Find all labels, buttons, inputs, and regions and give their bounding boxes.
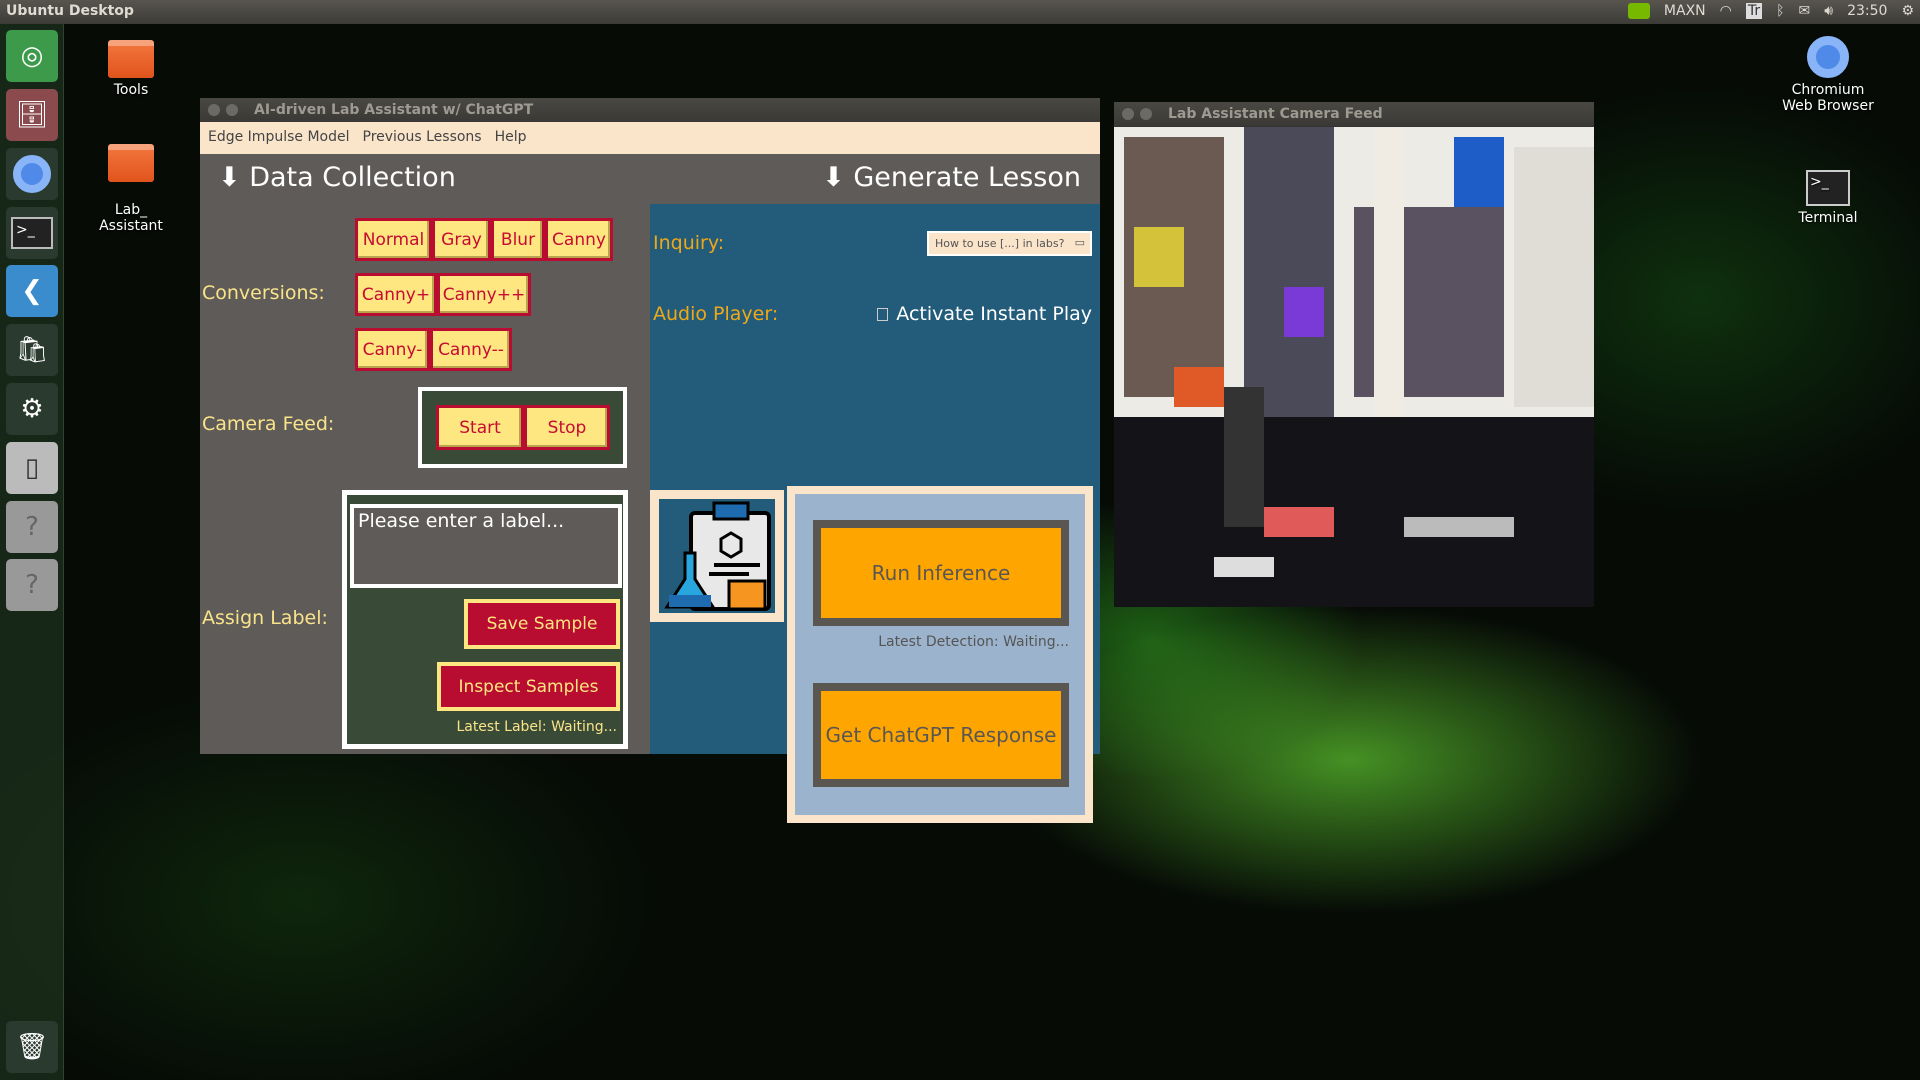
camera-stop-button[interactable]: Stop bbox=[524, 405, 610, 450]
minimize-icon[interactable] bbox=[1140, 108, 1152, 120]
latest-label-status: Latest Label: Waiting... bbox=[456, 719, 617, 735]
vscode-icon[interactable]: ❮ bbox=[6, 265, 58, 317]
clock[interactable]: 23:50 bbox=[1847, 3, 1887, 19]
camera-window-titlebar[interactable]: Lab Assistant Camera Feed bbox=[1114, 102, 1594, 126]
trash-icon[interactable]: 🗑︎ bbox=[6, 1021, 58, 1073]
label-frame: Please enter a label... Save Sample Insp… bbox=[342, 490, 628, 749]
keyboard-layout[interactable]: Tr bbox=[1745, 3, 1763, 19]
generate-lesson-heading: ⬇ Generate Lesson bbox=[822, 162, 1081, 193]
conversion-canny-plusplus-button[interactable]: Canny++ bbox=[437, 273, 531, 316]
camera-window-title: Lab Assistant Camera Feed bbox=[1168, 106, 1383, 122]
top-panel: Ubuntu Desktop MAXN ◠ Tr ᛒ ✉ 🔊︎ 23:50 ⚙ bbox=[0, 0, 1920, 24]
generate-lesson-panel: Inquiry: How to use [...] in labs? ▭ Aud… bbox=[650, 204, 1100, 823]
folder-label: Tools bbox=[113, 82, 149, 98]
save-sample-button[interactable]: Save Sample bbox=[464, 599, 620, 649]
conversions-label: Conversions: bbox=[202, 282, 325, 304]
folder-icon bbox=[108, 40, 154, 78]
shortcut-label: Terminal bbox=[1798, 210, 1858, 226]
camera-feed-label: Camera Feed: bbox=[202, 413, 335, 435]
files-icon[interactable]: 🗄︎ bbox=[6, 89, 58, 141]
folder-label: Lab_ Assistant bbox=[99, 202, 163, 234]
inspect-samples-button[interactable]: Inspect Samples bbox=[437, 662, 620, 711]
power-mode[interactable]: MAXN bbox=[1664, 3, 1706, 19]
data-collection-heading: ⬇ Data Collection bbox=[218, 162, 456, 193]
inference-frame: Run Inference Latest Detection: Waiting.… bbox=[787, 486, 1093, 823]
lab-clipboard-flask-icon bbox=[659, 499, 775, 613]
folder-icon bbox=[108, 144, 154, 182]
camera-feed-window: Lab Assistant Camera Feed bbox=[1114, 102, 1594, 607]
dropdown-indicator-icon: ▭ bbox=[1074, 236, 1085, 249]
ubuntu-dash-icon[interactable]: ◎ bbox=[6, 30, 58, 82]
instant-play-label: Activate Instant Play bbox=[896, 303, 1092, 325]
desktop-terminal[interactable]: >_ Terminal bbox=[1778, 170, 1878, 226]
terminal-icon: >_ bbox=[1806, 170, 1850, 206]
unknown-app-icon[interactable]: ? bbox=[6, 559, 58, 611]
lab-assistant-window: AI-driven Lab Assistant w/ ChatGPT Edge … bbox=[200, 98, 1100, 823]
gear-icon[interactable]: ⚙ bbox=[1901, 3, 1914, 19]
latest-detection-status: Latest Detection: Waiting... bbox=[878, 634, 1069, 650]
get-chatgpt-response-button[interactable]: Get ChatGPT Response bbox=[813, 683, 1069, 787]
desktop-folder-lab-assistant[interactable]: Lab_ Assistant bbox=[81, 128, 181, 250]
menu-previous-lessons[interactable]: Previous Lessons bbox=[363, 129, 482, 147]
minimize-icon[interactable] bbox=[226, 104, 238, 116]
nvidia-icon[interactable] bbox=[1627, 3, 1650, 19]
conversion-canny-minus-button[interactable]: Canny- bbox=[355, 328, 430, 371]
assign-label-label: Assign Label: bbox=[202, 607, 328, 629]
conversion-canny-button[interactable]: Canny bbox=[545, 218, 613, 261]
mail-icon[interactable]: ✉ bbox=[1799, 3, 1811, 19]
audio-player-label: Audio Player: bbox=[653, 303, 779, 325]
menu-help[interactable]: Help bbox=[495, 129, 527, 147]
bluetooth-icon[interactable]: ᛒ bbox=[1776, 3, 1784, 19]
run-inference-button[interactable]: Run Inference bbox=[813, 520, 1069, 626]
label-input[interactable]: Please enter a label... bbox=[350, 504, 622, 588]
camera-feed-image bbox=[1114, 127, 1594, 607]
inquiry-label: Inquiry: bbox=[653, 232, 725, 254]
conversion-canny-plus-button[interactable]: Canny+ bbox=[355, 273, 437, 316]
instant-play-checkbox[interactable]: Activate Instant Play bbox=[877, 303, 1092, 325]
window-title: AI-driven Lab Assistant w/ ChatGPT bbox=[254, 102, 534, 118]
inquiry-selected-value: How to use [...] in labs? bbox=[935, 237, 1065, 250]
inquiry-dropdown[interactable]: How to use [...] in labs? ▭ bbox=[927, 231, 1092, 256]
conversion-normal-button[interactable]: Normal bbox=[355, 218, 432, 261]
menu-edge-impulse-model[interactable]: Edge Impulse Model bbox=[208, 129, 350, 147]
camera-controls-frame: Start Stop bbox=[418, 387, 627, 468]
close-icon[interactable] bbox=[1122, 108, 1134, 120]
wifi-icon[interactable]: ◠ bbox=[1720, 3, 1732, 19]
lab-clipboard-image bbox=[650, 490, 784, 622]
checkbox-icon[interactable] bbox=[877, 307, 889, 321]
menu-bar: Edge Impulse Model Previous Lessons Help bbox=[200, 122, 1100, 154]
unknown-app-icon[interactable]: ? bbox=[6, 501, 58, 553]
desktop-folder-tools[interactable]: Tools bbox=[81, 40, 181, 98]
window-titlebar[interactable]: AI-driven Lab Assistant w/ ChatGPT bbox=[200, 98, 1100, 122]
conversion-canny-minusminus-button[interactable]: Canny-- bbox=[430, 328, 512, 371]
conversion-gray-button[interactable]: Gray bbox=[432, 218, 491, 261]
conversion-blur-button[interactable]: Blur bbox=[491, 218, 545, 261]
desktop-chromium[interactable]: Chromium Web Browser bbox=[1778, 36, 1878, 114]
close-icon[interactable] bbox=[208, 104, 220, 116]
software-center-icon[interactable]: 🛍︎ bbox=[6, 324, 58, 376]
chromium-icon[interactable] bbox=[6, 148, 58, 200]
launcher: ◎ 🗄︎ >_ ❮ 🛍︎ ⚙ ▯ ? ? 🗑︎ bbox=[0, 24, 64, 1080]
document-icon[interactable]: ▯ bbox=[6, 442, 58, 494]
terminal-icon[interactable]: >_ bbox=[6, 207, 58, 259]
desktop-title: Ubuntu Desktop bbox=[6, 3, 134, 19]
camera-start-button[interactable]: Start bbox=[436, 405, 524, 450]
chromium-icon bbox=[1807, 36, 1849, 78]
settings-icon[interactable]: ⚙ bbox=[6, 383, 58, 435]
shortcut-label: Chromium Web Browser bbox=[1782, 82, 1874, 114]
volume-icon[interactable]: 🔊︎ bbox=[1824, 3, 1833, 19]
